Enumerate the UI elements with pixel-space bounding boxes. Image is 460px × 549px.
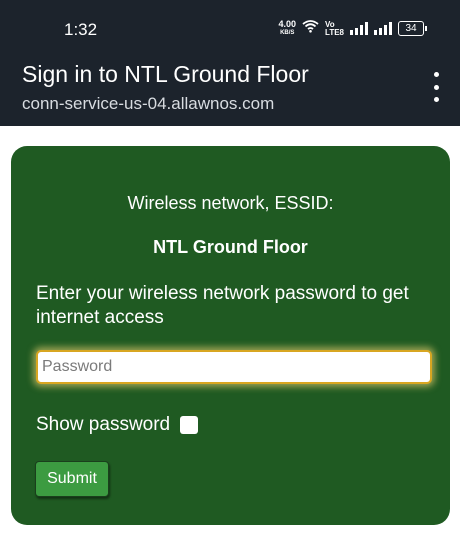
login-card: Wireless network, ESSID: NTL Ground Floo… — [11, 146, 450, 525]
password-input[interactable] — [36, 350, 432, 384]
page-title: Sign in to NTL Ground Floor — [22, 61, 309, 87]
wifi-icon — [302, 19, 319, 38]
more-vertical-icon[interactable] — [430, 72, 442, 102]
status-icons: 4.00 KB/S Vo LTE8 34 — [278, 18, 427, 38]
submit-button[interactable]: Submit — [35, 461, 109, 497]
status-bar: 1:32 4.00 KB/S Vo LTE8 34 — [0, 0, 460, 56]
page-url: conn-service-us-04.allawnos.com — [22, 94, 275, 113]
show-password-label: Show password — [36, 414, 171, 435]
signal-icon — [374, 22, 392, 35]
show-password-checkbox[interactable] — [180, 416, 199, 434]
essid-label: Wireless network, ESSID: — [127, 193, 334, 213]
battery-level: 34 — [405, 23, 417, 34]
network-speed-unit: KB/S — [280, 29, 295, 36]
essid-name: NTL Ground Floor — [153, 237, 308, 257]
app-bar: Sign in to NTL Ground Floor conn-service… — [0, 56, 460, 126]
battery-icon: 34 — [398, 21, 427, 36]
instructions-text: Enter your wireless network password to … — [36, 283, 409, 328]
status-time: 1:32 — [64, 20, 98, 39]
network-speed: 4.00 KB/S — [278, 18, 297, 38]
network-speed-value: 4.00 — [278, 18, 297, 29]
volte-bottom-label: LTE8 — [325, 27, 344, 37]
signal-icon — [350, 22, 368, 35]
volte-indicator: Vo LTE8 — [325, 20, 344, 37]
show-password-row: Show password — [36, 414, 199, 436]
